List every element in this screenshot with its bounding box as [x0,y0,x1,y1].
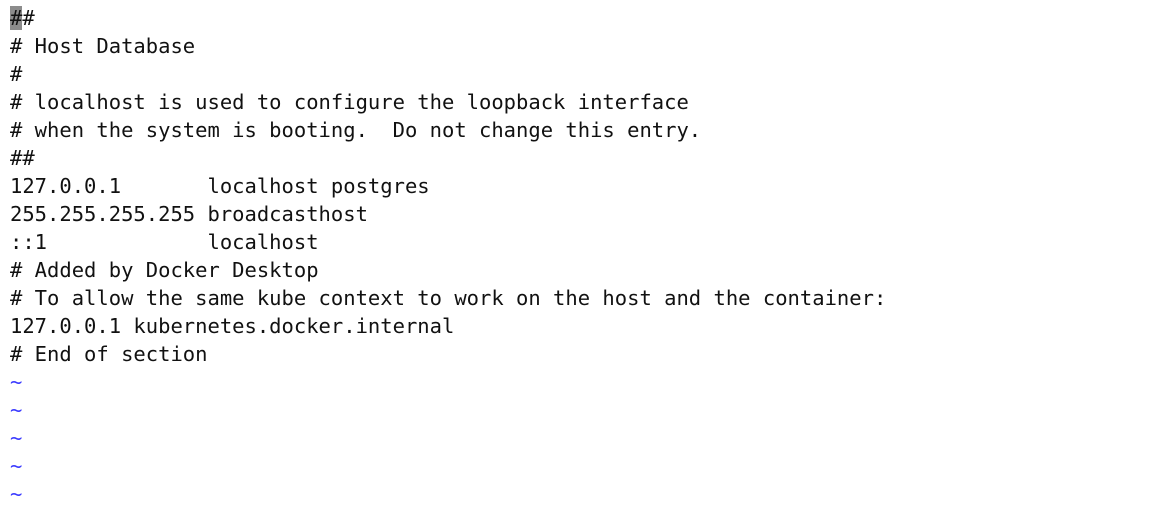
file-line-13[interactable]: # End of section [10,340,1174,368]
text-cursor: # [10,6,23,30]
file-line-11[interactable]: # To allow the same kube context to work… [10,284,1174,312]
file-line-9[interactable]: ::1 localhost [10,228,1174,256]
file-line-7[interactable]: 127.0.0.1 localhost postgres [10,172,1174,200]
file-line-12[interactable]: 127.0.0.1 kubernetes.docker.internal [10,312,1174,340]
file-line-2[interactable]: # Host Database [10,32,1174,60]
file-line-8[interactable]: 255.255.255.255 broadcasthost [10,200,1174,228]
file-line-1[interactable]: ## [10,4,1174,32]
empty-line-tilde: ~ [10,370,23,394]
empty-line-tilde: ~ [10,482,23,506]
file-line-6[interactable]: ## [10,144,1174,172]
file-line-3[interactable]: # [10,60,1174,88]
file-line-4[interactable]: # localhost is used to configure the loo… [10,88,1174,116]
empty-line-tilde: ~ [10,426,23,450]
terminal-editor[interactable]: ## # Host Database # # localhost is used… [10,4,1174,518]
empty-line-tilde: ~ [10,454,23,478]
empty-line-tilde: ~ [10,398,23,422]
file-line-10[interactable]: # Added by Docker Desktop [10,256,1174,284]
file-line-1-text: # [22,6,35,30]
file-line-5[interactable]: # when the system is booting. Do not cha… [10,116,1174,144]
